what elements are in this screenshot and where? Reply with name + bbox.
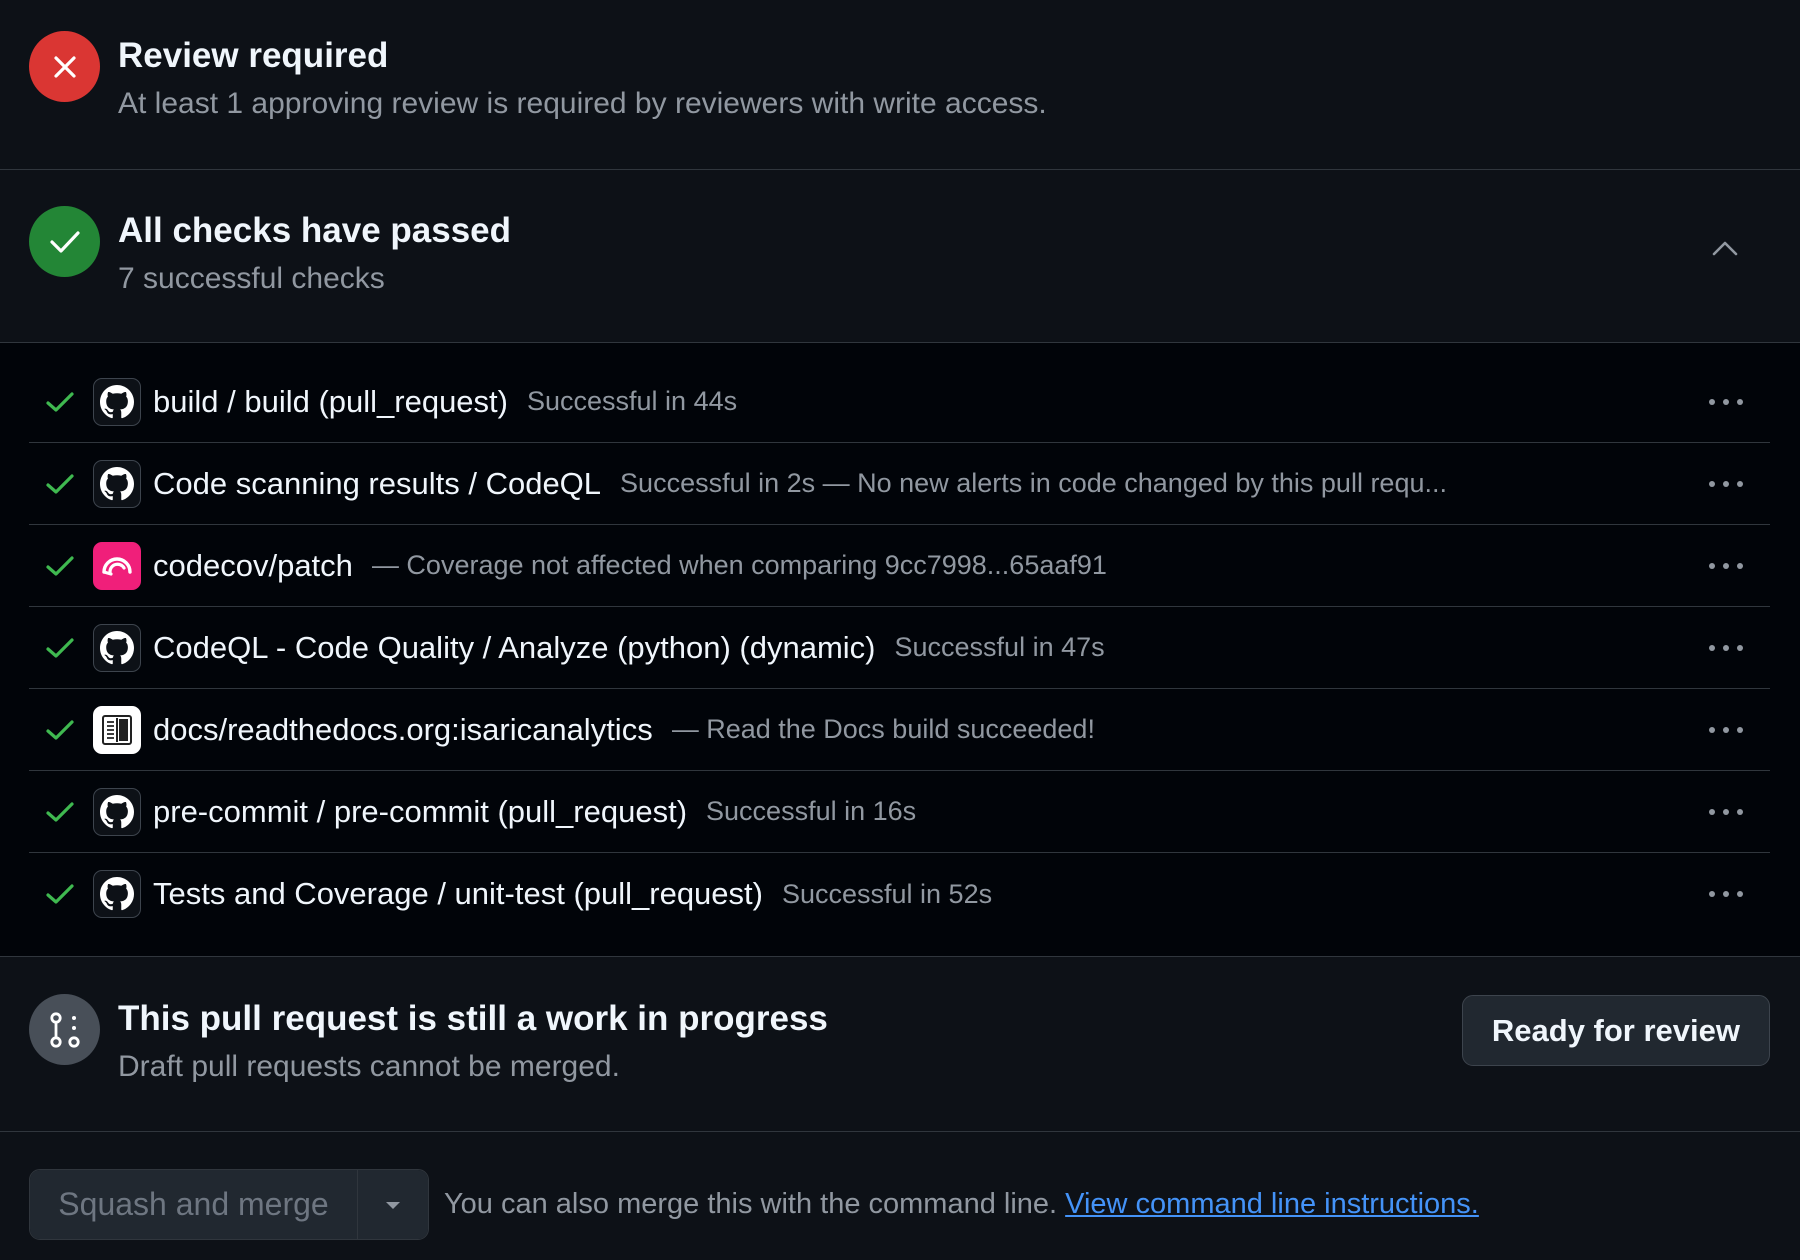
check-name[interactable]: build / build (pull_request) bbox=[153, 384, 508, 420]
check-description: Successful in 47s bbox=[894, 632, 1105, 662]
check-name[interactable]: docs/readthedocs.org:isaricanalytics bbox=[153, 712, 653, 748]
chevron-up-icon bbox=[1712, 241, 1738, 256]
checks-list: build / build (pull_request) Successful i… bbox=[0, 343, 1800, 957]
check-row: Tests and Coverage / unit-test (pull_req… bbox=[29, 853, 1770, 953]
check-row: pre-commit / pre-commit (pull_request) Su… bbox=[29, 771, 1770, 853]
draft-text: This pull request is still a work in pro… bbox=[118, 994, 828, 1086]
check-icon bbox=[43, 467, 77, 501]
checks-summary-text: All checks have passed 7 successful chec… bbox=[118, 206, 511, 298]
draft-title: This pull request is still a work in pro… bbox=[118, 999, 828, 1038]
check-name[interactable]: codecov/patch bbox=[153, 548, 353, 584]
merge-bar: Squash and merge You can also merge this… bbox=[0, 1132, 1800, 1257]
check-icon bbox=[43, 713, 77, 747]
github-icon[interactable] bbox=[93, 623, 141, 672]
collapse-checks-button[interactable] bbox=[1705, 228, 1745, 268]
check-icon bbox=[43, 795, 77, 829]
check-name[interactable]: pre-commit / pre-commit (pull_request) bbox=[153, 794, 687, 830]
github-icon[interactable] bbox=[93, 787, 141, 836]
check-row: codecov/patch — Coverage not affected whe… bbox=[29, 525, 1770, 607]
codecov-icon[interactable] bbox=[93, 541, 141, 590]
ready-for-review-button[interactable]: Ready for review bbox=[1461, 995, 1770, 1066]
readthedocs-icon[interactable] bbox=[93, 705, 141, 754]
merge-method-dropdown[interactable] bbox=[358, 1170, 428, 1239]
kebab-horizontal-icon bbox=[1709, 891, 1743, 897]
check-name[interactable]: Code scanning results / CodeQL bbox=[153, 466, 601, 502]
kebab-horizontal-icon bbox=[1709, 562, 1743, 569]
check-icon bbox=[43, 549, 77, 583]
review-required-section: Review required At least 1 approving rev… bbox=[0, 0, 1800, 170]
check-row: Code scanning results / CodeQL Successful… bbox=[29, 443, 1770, 525]
review-required-subtitle: At least 1 approving review is required … bbox=[118, 87, 1047, 120]
git-pull-request-draft-icon bbox=[29, 994, 100, 1065]
more-options-button[interactable] bbox=[1704, 879, 1748, 909]
github-icon[interactable] bbox=[93, 377, 141, 426]
draft-subtitle: Draft pull requests cannot be merged. bbox=[118, 1050, 620, 1083]
more-options-button[interactable] bbox=[1704, 387, 1748, 417]
merge-button-group: Squash and merge bbox=[29, 1169, 429, 1240]
check-row: docs/readthedocs.org:isaricanalytics — Re… bbox=[29, 689, 1770, 771]
review-required-title: Review required bbox=[118, 36, 389, 75]
check-icon bbox=[43, 631, 77, 665]
kebab-horizontal-icon bbox=[1709, 480, 1743, 487]
more-options-button[interactable] bbox=[1704, 469, 1748, 499]
github-icon[interactable] bbox=[93, 870, 141, 918]
squash-and-merge-button[interactable]: Squash and merge bbox=[30, 1170, 358, 1239]
check-icon bbox=[29, 206, 100, 277]
checks-summary-subtitle: 7 successful checks bbox=[118, 262, 385, 295]
triangle-down-icon bbox=[386, 1201, 400, 1209]
more-options-button[interactable] bbox=[1704, 551, 1748, 581]
checks-summary-section[interactable]: All checks have passed 7 successful chec… bbox=[0, 170, 1800, 343]
check-icon bbox=[43, 877, 77, 911]
check-description: — Read the Docs build succeeded! bbox=[671, 714, 1095, 744]
check-description: Successful in 52s bbox=[781, 878, 993, 909]
kebab-horizontal-icon bbox=[1709, 398, 1743, 405]
check-description: — Coverage not affected when comparing 9… bbox=[371, 550, 1107, 580]
merge-status-panel: Review required At least 1 approving rev… bbox=[0, 0, 1800, 1260]
more-options-button[interactable] bbox=[1704, 715, 1748, 745]
more-options-button[interactable] bbox=[1704, 633, 1748, 663]
kebab-horizontal-icon bbox=[1709, 726, 1743, 733]
check-name[interactable]: CodeQL - Code Quality / Analyze (python)… bbox=[153, 630, 876, 666]
check-name[interactable]: Tests and Coverage / unit-test (pull_req… bbox=[153, 876, 763, 912]
github-icon[interactable] bbox=[93, 459, 141, 508]
checks-summary-title: All checks have passed bbox=[118, 211, 511, 250]
draft-section: This pull request is still a work in pro… bbox=[0, 957, 1800, 1132]
kebab-horizontal-icon bbox=[1709, 808, 1743, 815]
check-description: Successful in 2s — No new alerts in code… bbox=[620, 468, 1447, 498]
more-options-button[interactable] bbox=[1704, 797, 1748, 827]
kebab-horizontal-icon bbox=[1709, 644, 1743, 651]
review-required-text: Review required At least 1 approving rev… bbox=[118, 31, 1047, 123]
check-description: Successful in 44s bbox=[527, 386, 738, 416]
check-icon bbox=[43, 385, 77, 419]
check-row: CodeQL - Code Quality / Analyze (python)… bbox=[29, 607, 1770, 689]
merge-hint: You can also merge this with the command… bbox=[444, 1169, 1479, 1240]
check-description: Successful in 16s bbox=[706, 796, 917, 826]
check-row: build / build (pull_request) Successful i… bbox=[29, 343, 1770, 443]
x-icon bbox=[29, 31, 100, 102]
merge-hint-text: You can also merge this with the command… bbox=[444, 1188, 1058, 1220]
command-line-instructions-link[interactable]: View command line instructions. bbox=[1065, 1188, 1479, 1220]
